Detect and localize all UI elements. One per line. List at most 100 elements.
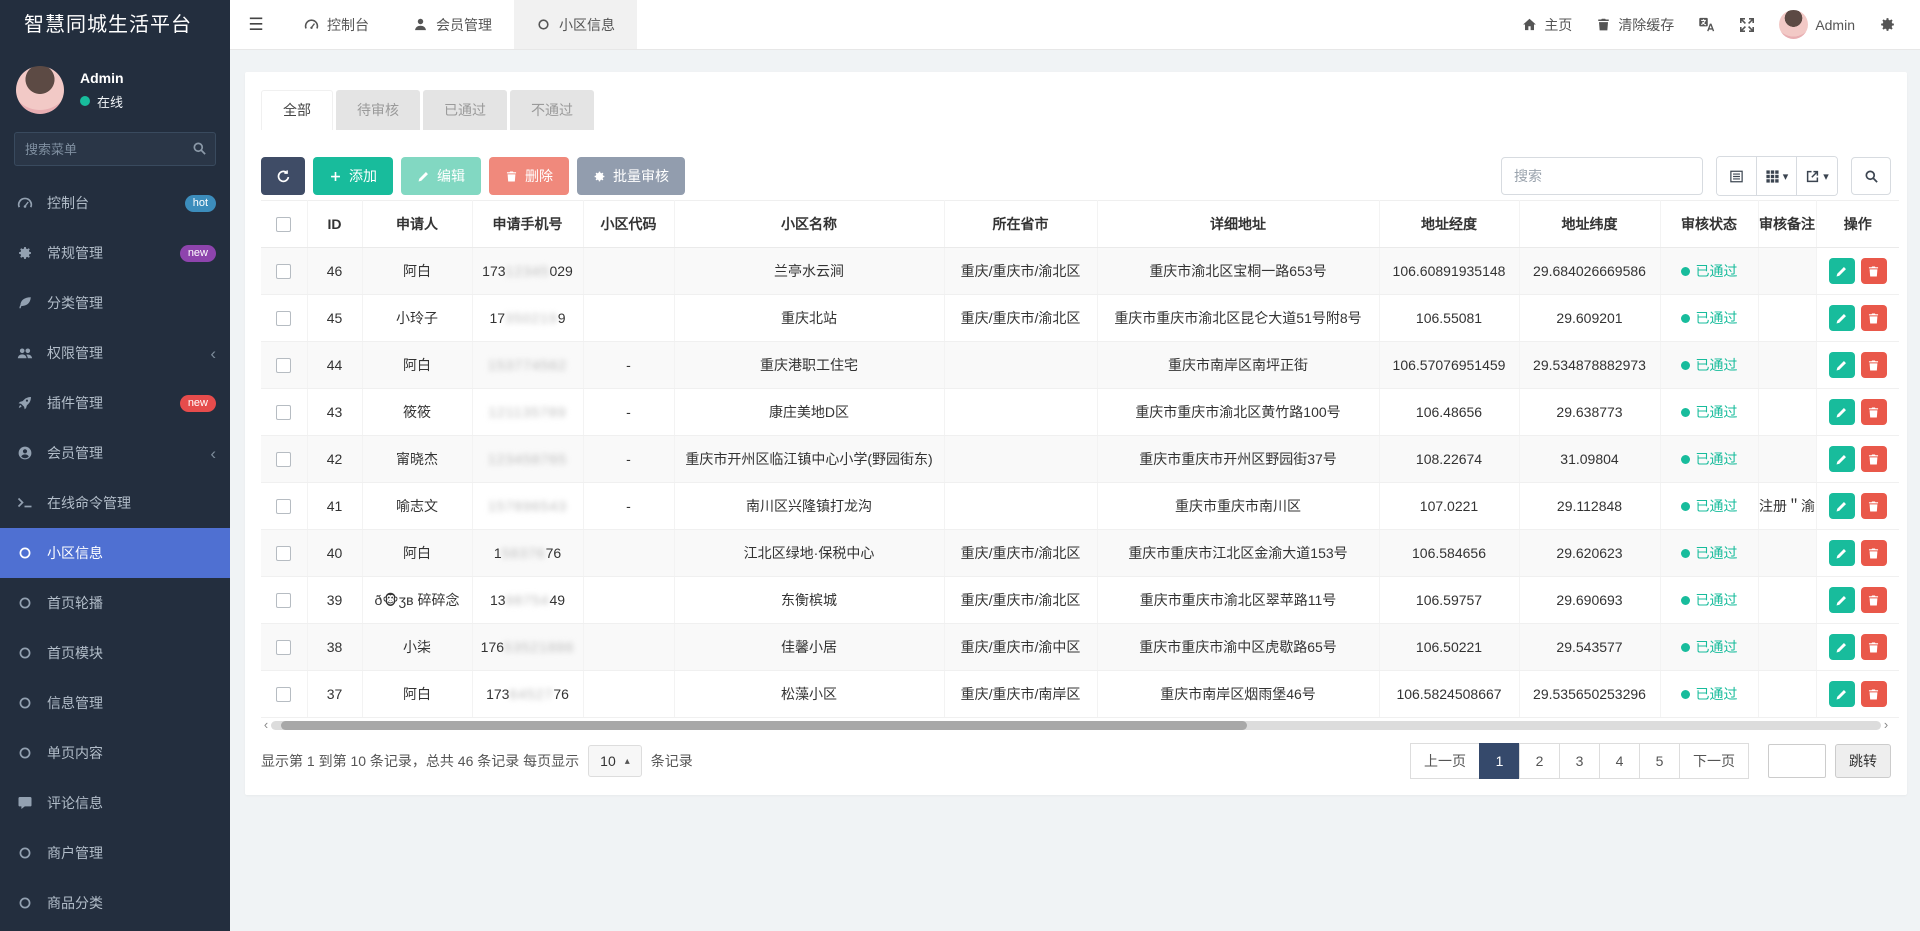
row-checkbox[interactable] xyxy=(276,499,291,514)
sidebar-item[interactable]: 小区信息 xyxy=(0,528,230,578)
page-number-button[interactable]: 4 xyxy=(1599,743,1640,779)
row-checkbox[interactable] xyxy=(276,452,291,467)
page-number-button[interactable]: 2 xyxy=(1519,743,1560,779)
row-delete-button[interactable] xyxy=(1861,305,1887,331)
row-delete-button[interactable] xyxy=(1861,258,1887,284)
community-name-cell: 兰亭水云涧 xyxy=(674,248,944,295)
scrollbar-thumb[interactable] xyxy=(281,721,1247,730)
columns-button[interactable]: ▾ xyxy=(1757,157,1797,195)
add-button[interactable]: 添加 xyxy=(313,157,393,195)
row-edit-button[interactable] xyxy=(1829,305,1855,331)
home-link[interactable]: 主页 xyxy=(1522,15,1572,35)
next-page-button[interactable]: 下一页 xyxy=(1679,743,1749,779)
page-number-button[interactable]: 5 xyxy=(1639,743,1680,779)
row-checkbox[interactable] xyxy=(276,311,291,326)
sidebar-item[interactable]: 在线命令管理 xyxy=(0,478,230,528)
page-number-button[interactable]: 3 xyxy=(1559,743,1600,779)
row-edit-button[interactable] xyxy=(1829,634,1855,660)
list-view-icon xyxy=(1729,169,1744,184)
row-checkbox[interactable] xyxy=(276,546,291,561)
menu-toggle-icon[interactable]: ☰ xyxy=(230,0,282,49)
row-checkbox[interactable] xyxy=(276,640,291,655)
row-edit-button[interactable] xyxy=(1829,399,1855,425)
row-edit-button[interactable] xyxy=(1829,540,1855,566)
row-delete-button[interactable] xyxy=(1861,446,1887,472)
search-toggle-button[interactable] xyxy=(1851,157,1891,195)
menu-search-input[interactable] xyxy=(14,132,216,166)
sidebar-item[interactable]: 插件管理new xyxy=(0,378,230,428)
sidebar-item[interactable]: 评论信息 xyxy=(0,778,230,828)
row-edit-button[interactable] xyxy=(1829,446,1855,472)
sidebar-item[interactable]: 单页内容 xyxy=(0,728,230,778)
scroll-right-icon[interactable]: › xyxy=(1881,719,1891,731)
row-delete-button[interactable] xyxy=(1861,493,1887,519)
settings-gear-icon[interactable] xyxy=(1879,16,1896,33)
page-size-dropdown[interactable]: 10 ▴ xyxy=(588,745,642,777)
row-edit-button[interactable] xyxy=(1829,681,1855,707)
clear-cache-button[interactable]: 清除缓存 xyxy=(1596,15,1674,35)
table-row: 46阿白17312345029兰亭水云涧重庆/重庆市/渝北区重庆市渝北区宝桐一路… xyxy=(261,248,1899,295)
sidebar-item[interactable]: 权限管理‹ xyxy=(0,328,230,378)
actions-cell xyxy=(1816,248,1899,295)
row-checkbox[interactable] xyxy=(276,593,291,608)
sidebar-item[interactable]: 首页模块 xyxy=(0,628,230,678)
community-name-cell: 南川区兴隆镇打龙沟 xyxy=(674,483,944,530)
fullscreen-icon[interactable] xyxy=(1739,17,1755,33)
topbar-tab[interactable]: 会员管理 xyxy=(391,0,514,49)
edit-button[interactable]: 编辑 xyxy=(401,157,481,195)
sidebar-item[interactable]: 会员管理‹ xyxy=(0,428,230,478)
page-number-button[interactable]: 1 xyxy=(1479,743,1520,779)
scroll-left-icon[interactable]: ‹ xyxy=(261,719,271,731)
column-header xyxy=(261,201,307,248)
sidebar-item[interactable]: 商品分类 xyxy=(0,878,230,928)
detail-view-button[interactable] xyxy=(1717,157,1757,195)
filter-tab[interactable]: 不通过 xyxy=(510,90,594,130)
topbar-tab[interactable]: 控制台 xyxy=(282,0,391,49)
scrollbar-track[interactable] xyxy=(271,721,1881,730)
filter-tab[interactable]: 待审核 xyxy=(336,90,420,130)
home-icon xyxy=(1522,17,1537,32)
row-delete-button[interactable] xyxy=(1861,399,1887,425)
sidebar-item[interactable]: 首页轮播 xyxy=(0,578,230,628)
select-all-checkbox[interactable] xyxy=(276,217,291,232)
row-edit-button[interactable] xyxy=(1829,493,1855,519)
longitude-cell: 106.55081 xyxy=(1379,295,1519,342)
topbar-tab[interactable]: 小区信息 xyxy=(514,0,637,49)
refresh-button[interactable] xyxy=(261,157,305,195)
row-delete-button[interactable] xyxy=(1861,540,1887,566)
row-edit-button[interactable] xyxy=(1829,587,1855,613)
phone-cell: 157896543 xyxy=(472,483,583,530)
sidebar-item[interactable]: 控制台hot xyxy=(0,178,230,228)
address-cell: 重庆市重庆市渝中区虎歇路65号 xyxy=(1097,624,1379,671)
row-checkbox[interactable] xyxy=(276,358,291,373)
trash-icon xyxy=(1596,17,1611,32)
row-delete-button[interactable] xyxy=(1861,681,1887,707)
prev-page-button[interactable]: 上一页 xyxy=(1410,743,1480,779)
row-delete-button[interactable] xyxy=(1861,634,1887,660)
user-menu[interactable]: Admin xyxy=(1779,10,1855,39)
row-checkbox[interactable] xyxy=(276,264,291,279)
row-edit-button[interactable] xyxy=(1829,352,1855,378)
sidebar-item[interactable]: 信息管理 xyxy=(0,678,230,728)
sidebar-item[interactable]: 常规管理new xyxy=(0,228,230,278)
sidebar-item[interactable]: 商户管理 xyxy=(0,828,230,878)
status-badge: 已通过 xyxy=(1681,261,1738,281)
page-jump-input[interactable] xyxy=(1768,744,1826,778)
sidebar-item[interactable]: 分类管理 xyxy=(0,278,230,328)
community-name-cell: 重庆北站 xyxy=(674,295,944,342)
batch-review-button[interactable]: 批量审核 xyxy=(577,157,685,195)
table-search-input[interactable] xyxy=(1501,157,1703,195)
row-checkbox[interactable] xyxy=(276,405,291,420)
row-edit-button[interactable] xyxy=(1829,258,1855,284)
delete-button[interactable]: 删除 xyxy=(489,157,569,195)
translate-icon[interactable] xyxy=(1698,16,1715,33)
page-jump-button[interactable]: 跳转 xyxy=(1835,744,1891,778)
filter-tab[interactable]: 全部 xyxy=(261,90,333,130)
row-delete-button[interactable] xyxy=(1861,352,1887,378)
export-button[interactable]: ▾ xyxy=(1797,157,1837,195)
row-checkbox[interactable] xyxy=(276,687,291,702)
circle-icon xyxy=(16,695,34,711)
remark-cell xyxy=(1758,248,1816,295)
filter-tab[interactable]: 已通过 xyxy=(423,90,507,130)
row-delete-button[interactable] xyxy=(1861,587,1887,613)
